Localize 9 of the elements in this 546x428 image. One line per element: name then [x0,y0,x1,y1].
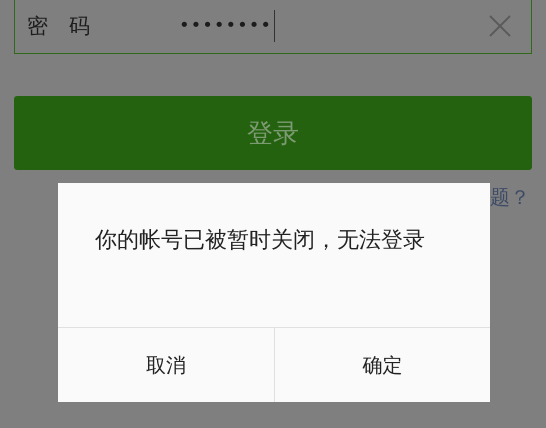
clear-icon[interactable] [489,14,511,36]
dialog-button[interactable]: 取消 [58,328,274,402]
password-value: •••••••• [179,15,272,36]
dialog-button[interactable]: 确定 [274,328,490,402]
login-button[interactable]: 登录 [14,96,532,170]
help-link[interactable]: 题？ [490,184,530,211]
password-field[interactable]: 密 码 •••••••• [14,0,532,54]
dialog-message: 你的帐号已被暂时关闭，无法登录 [94,227,426,255]
field-label: 密 码 [27,12,91,40]
